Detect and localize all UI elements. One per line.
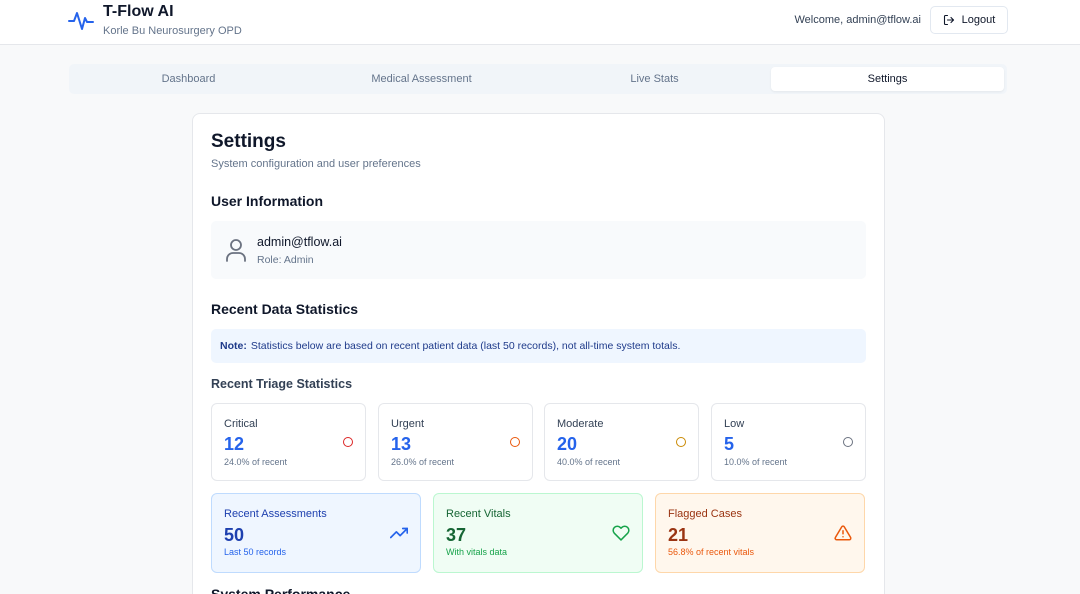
page-subtitle: System configuration and user preference… (211, 158, 421, 170)
activity-pulse-icon (68, 12, 94, 30)
triage-stats-heading: Recent Triage Statistics (211, 377, 353, 391)
triage-value: 5 (724, 434, 735, 454)
stat-label: Recent Assessments (224, 508, 327, 520)
stat-sub: With vitals data (446, 547, 508, 557)
user-icon (226, 239, 246, 262)
note-text: Statistics below are based on recent pat… (250, 340, 681, 352)
app-title: T-Flow AI (103, 3, 174, 20)
triage-value: 20 (557, 434, 578, 454)
user-role: Role: Admin (257, 254, 314, 266)
user-info-heading: User Information (211, 193, 324, 209)
triage-label: Critical (224, 418, 258, 430)
alert-triangle-icon (834, 525, 852, 541)
triage-percent: 40.0% of recent (557, 457, 621, 467)
note-label: Note: (220, 340, 247, 352)
stat-value: 21 (668, 525, 689, 545)
trending-up-icon (390, 527, 408, 539)
status-dot-icon (510, 437, 520, 447)
triage-card-urgent: Urgent 13 26.0% of recent (378, 403, 533, 481)
tab-medical-assessment[interactable]: Medical Assessment (305, 67, 538, 91)
app-header: T-Flow AI Korle Bu Neurosurgery OPD Welc… (0, 0, 1080, 45)
stat-sub: Last 50 records (224, 547, 287, 557)
stat-card-recent-vitals: Recent Vitals 37 With vitals data (433, 493, 643, 573)
triage-label: Moderate (557, 418, 604, 430)
logout-button[interactable]: Logout (930, 6, 1008, 34)
stat-card-flagged-cases: Flagged Cases 21 56.8% of recent vitals (655, 493, 865, 573)
logout-label: Logout (961, 14, 996, 26)
triage-value: 13 (391, 434, 412, 454)
heart-icon (612, 525, 630, 541)
main-tabs: Dashboard Medical Assessment Live Stats … (69, 64, 1007, 94)
triage-percent: 10.0% of recent (724, 457, 788, 467)
triage-card-critical: Critical 12 24.0% of recent (211, 403, 366, 481)
stat-label: Recent Vitals (446, 508, 511, 520)
triage-value: 12 (224, 434, 245, 454)
user-email: admin@tflow.ai (257, 235, 342, 249)
triage-card-moderate: Moderate 20 40.0% of recent (544, 403, 699, 481)
welcome-text: Welcome, admin@tflow.ai (794, 14, 921, 26)
stat-value: 50 (224, 525, 245, 545)
stats-note: Note: Statistics below are based on rece… (211, 329, 866, 363)
status-dot-icon (343, 437, 353, 447)
page-title: Settings (211, 131, 286, 152)
stat-label: Flagged Cases (668, 508, 742, 520)
triage-label: Urgent (391, 418, 425, 430)
logout-icon (943, 14, 954, 26)
stat-sub: 56.8% of recent vitals (668, 547, 755, 557)
status-dot-icon (843, 437, 853, 447)
system-performance-heading: System Performance (211, 586, 351, 594)
stat-card-recent-assessments: Recent Assessments 50 Last 50 records (211, 493, 421, 573)
settings-card: Settings System configuration and user p… (192, 113, 885, 594)
recent-stats-heading: Recent Data Statistics (211, 301, 359, 317)
tab-dashboard[interactable]: Dashboard (72, 67, 305, 91)
triage-card-low: Low 5 10.0% of recent (711, 403, 866, 481)
user-info-box: admin@tflow.ai Role: Admin (211, 221, 866, 279)
stat-value: 37 (446, 525, 467, 545)
tab-settings[interactable]: Settings (771, 67, 1004, 91)
app-subtitle: Korle Bu Neurosurgery OPD (103, 25, 242, 37)
triage-percent: 24.0% of recent (224, 457, 288, 467)
tab-live-stats[interactable]: Live Stats (538, 67, 771, 91)
triage-label: Low (724, 418, 745, 430)
triage-percent: 26.0% of recent (391, 457, 455, 467)
status-dot-icon (676, 437, 686, 447)
